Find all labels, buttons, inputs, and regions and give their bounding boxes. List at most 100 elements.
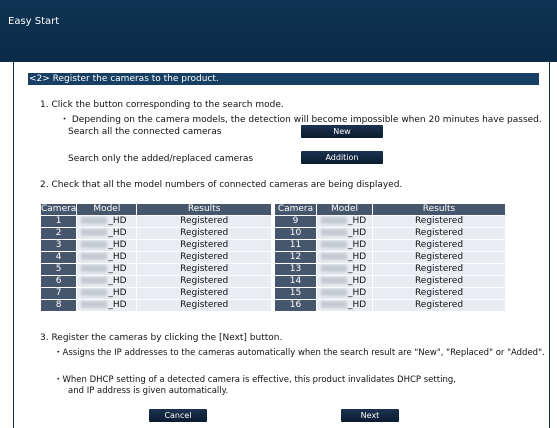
table-row: 1 _HD Registered: [41, 216, 271, 227]
col-model: Model: [77, 204, 137, 215]
camera-table-right: Camera Model Results 9 _HD Registered 10 _HD…: [274, 203, 506, 312]
redacted-model-prefix: [321, 217, 347, 224]
redacted-model-prefix: [321, 229, 347, 236]
redacted-model-prefix: [321, 265, 347, 272]
redacted-model-prefix: [81, 265, 108, 272]
camera-model: _HD: [317, 264, 372, 275]
camera-result: Registered: [137, 228, 271, 239]
step3-note-ip: ・Assigns the IP addresses to the cameras…: [54, 348, 545, 358]
camera-model: _HD: [77, 252, 137, 263]
camera-result: Registered: [373, 300, 505, 311]
camera-model: _HD: [77, 228, 137, 239]
camera-model-suffix: _HD: [348, 228, 367, 238]
camera-number: 12: [275, 252, 316, 263]
camera-number: 15: [275, 288, 316, 299]
camera-result: Registered: [137, 240, 271, 251]
camera-number: 9: [275, 216, 316, 227]
camera-result: Registered: [137, 288, 271, 299]
col-camera: Camera: [41, 204, 77, 215]
redacted-model-prefix: [321, 241, 347, 248]
window-title: Easy Start: [8, 16, 60, 27]
camera-result: Registered: [137, 252, 271, 263]
camera-model: _HD: [317, 228, 372, 239]
camera-number: 2: [41, 228, 77, 239]
camera-model: _HD: [317, 300, 372, 311]
step3-note-dhcp-cont: and IP address is given automatically.: [68, 386, 229, 396]
redacted-model-prefix: [81, 217, 108, 224]
easy-start-window: Easy Start <2> Register the cameras to t…: [0, 0, 557, 428]
camera-number: 5: [41, 264, 77, 275]
step1-heading: 1. Click the button corresponding to the…: [40, 100, 284, 110]
camera-result: Registered: [373, 264, 505, 275]
redacted-model-prefix: [81, 277, 108, 284]
section-title: <2> Register the cameras to the product.: [28, 73, 539, 85]
camera-table-left: Camera Model Results 1 _HD Registered 2 _HD R…: [40, 203, 272, 312]
title-bar: Easy Start: [0, 0, 557, 62]
redacted-model-prefix: [81, 289, 108, 296]
search-all-label: Search all the connected cameras: [68, 127, 222, 137]
step2-heading: 2. Check that all the model numbers of c…: [40, 180, 403, 190]
table-row: 10 _HD Registered: [275, 228, 505, 239]
camera-model: _HD: [77, 240, 137, 251]
table-row: 7 _HD Registered: [41, 288, 271, 299]
col-results: Results: [137, 204, 271, 215]
next-button[interactable]: Next: [341, 409, 399, 422]
camera-model: _HD: [77, 216, 137, 227]
camera-model-suffix: _HD: [348, 288, 367, 298]
camera-model-suffix: _HD: [108, 216, 127, 226]
camera-model: _HD: [77, 264, 137, 275]
camera-result: Registered: [137, 300, 271, 311]
table-row: 9 _HD Registered: [275, 216, 505, 227]
cancel-button[interactable]: Cancel: [149, 409, 207, 422]
col-model: Model: [317, 204, 372, 215]
camera-result: Registered: [137, 264, 271, 275]
table-row: 13 _HD Registered: [275, 264, 505, 275]
camera-number: 11: [275, 240, 316, 251]
camera-model-suffix: _HD: [108, 300, 127, 310]
table-row: 12 _HD Registered: [275, 252, 505, 263]
addition-button[interactable]: Addition: [301, 151, 383, 164]
camera-model: _HD: [317, 276, 372, 287]
table-row: 6 _HD Registered: [41, 276, 271, 287]
table-row: 4 _HD Registered: [41, 252, 271, 263]
redacted-model-prefix: [81, 241, 108, 248]
col-results: Results: [373, 204, 505, 215]
camera-model-suffix: _HD: [348, 240, 367, 250]
camera-model-suffix: _HD: [108, 276, 127, 286]
step3-note-dhcp: ・When DHCP setting of a detected camera …: [54, 375, 456, 385]
new-button[interactable]: New: [301, 125, 383, 138]
camera-model-suffix: _HD: [108, 252, 127, 262]
table-row: 2 _HD Registered: [41, 228, 271, 239]
camera-model: _HD: [77, 300, 137, 311]
camera-number: 3: [41, 240, 77, 251]
redacted-model-prefix: [81, 301, 108, 308]
table-row: 11 _HD Registered: [275, 240, 505, 251]
redacted-model-prefix: [321, 253, 347, 260]
table-row: 15 _HD Registered: [275, 288, 505, 299]
redacted-model-prefix: [81, 229, 108, 236]
camera-number: 13: [275, 264, 316, 275]
camera-model: _HD: [317, 240, 372, 251]
camera-result: Registered: [137, 216, 271, 227]
table-header-row: Camera Model Results: [275, 204, 505, 215]
camera-model: _HD: [317, 216, 372, 227]
camera-number: 14: [275, 276, 316, 287]
camera-model-suffix: _HD: [348, 252, 367, 262]
camera-model: _HD: [77, 288, 137, 299]
camera-number: 4: [41, 252, 77, 263]
camera-model-suffix: _HD: [108, 228, 127, 238]
camera-model-suffix: _HD: [348, 276, 367, 286]
camera-model-suffix: _HD: [348, 216, 367, 226]
table-row: 3 _HD Registered: [41, 240, 271, 251]
camera-result: Registered: [373, 216, 505, 227]
camera-number: 7: [41, 288, 77, 299]
camera-number: 10: [275, 228, 316, 239]
camera-number: 16: [275, 300, 316, 311]
camera-model-suffix: _HD: [348, 264, 367, 274]
table-row: 16 _HD Registered: [275, 300, 505, 311]
table-row: 5 _HD Registered: [41, 264, 271, 275]
step3-heading: 3. Register the cameras by clicking the …: [40, 333, 283, 343]
camera-model-suffix: _HD: [108, 288, 127, 298]
camera-model: _HD: [317, 252, 372, 263]
camera-result: Registered: [137, 276, 271, 287]
